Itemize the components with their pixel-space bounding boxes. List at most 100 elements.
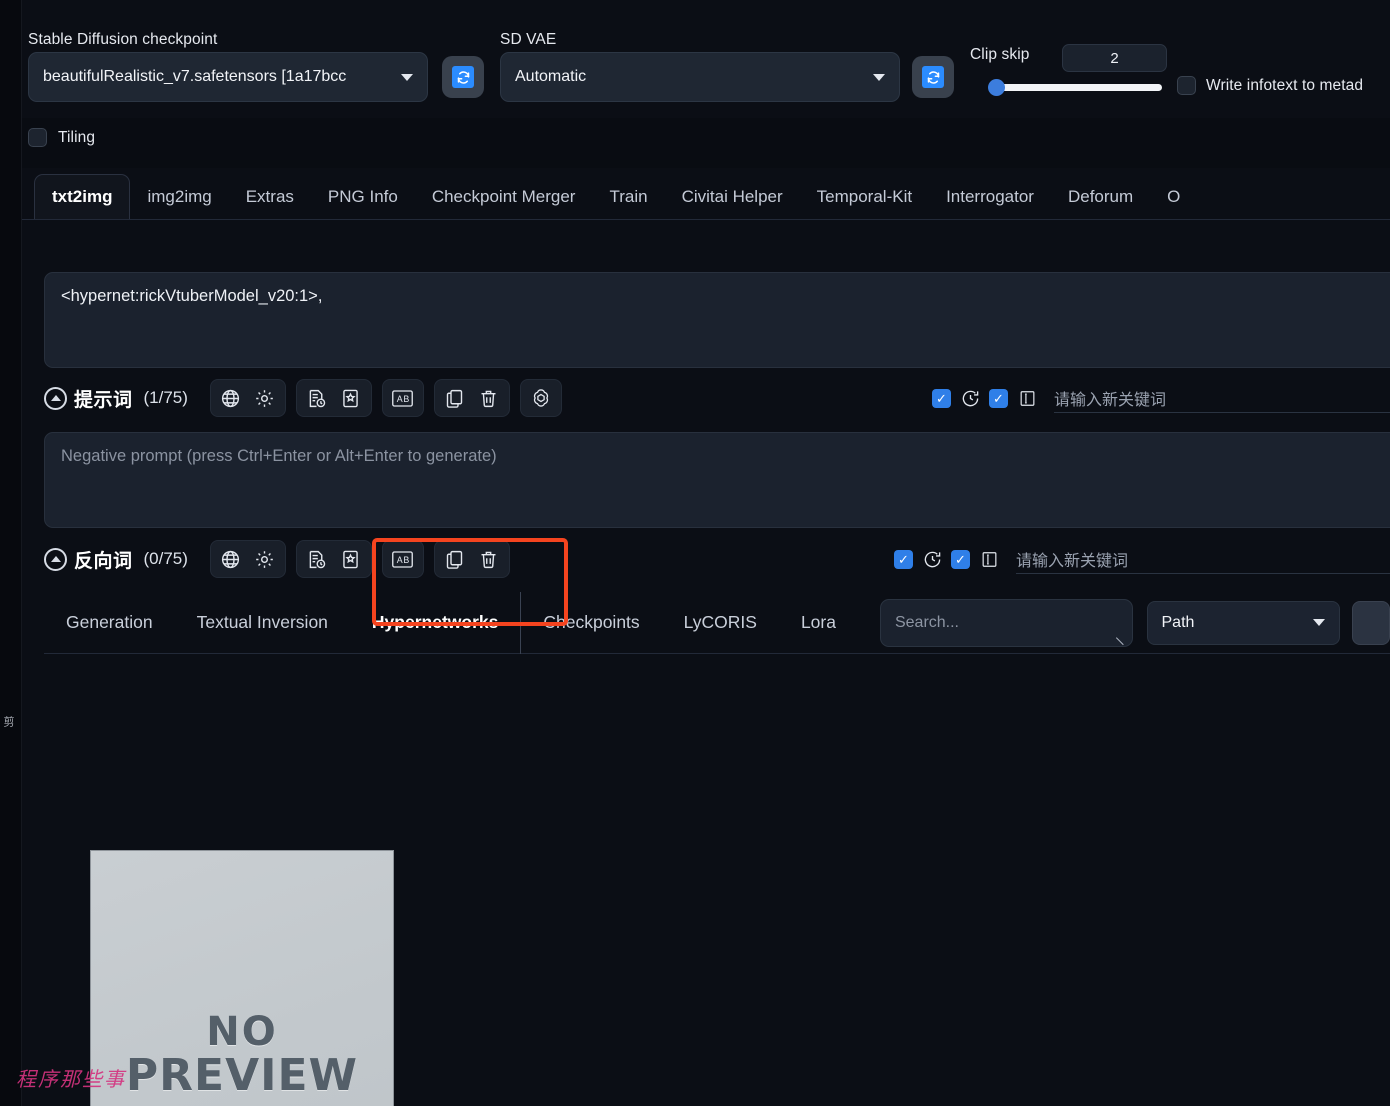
text-cursor-icon[interactable]	[1013, 384, 1041, 412]
chevron-down-icon	[1312, 619, 1325, 626]
extra-networks-tab-bar: Generation Textual Inversion Hypernetwor…	[44, 591, 1390, 654]
negative-keyword-checkbox-2[interactable]: ✓	[951, 549, 970, 569]
negative-prompt-textarea[interactable]: Negative prompt (press Ctrl+Enter or Alt…	[44, 432, 1390, 528]
prompt-keyword-input[interactable]: 请输入新关键词	[1054, 383, 1390, 413]
chevron-up-icon[interactable]	[44, 386, 67, 410]
clip-skip-label: Clip skip	[970, 46, 1030, 63]
tab-interrogator[interactable]: Interrogator	[929, 174, 1051, 219]
chevron-down-icon	[401, 73, 413, 81]
top-settings-bar: Stable Diffusion checkpoint beautifulRea…	[22, 0, 1390, 147]
checkpoint-dropdown[interactable]: beautifulRealistic_v7.safetensors [1a17b…	[28, 52, 428, 102]
en-tab-checkpoints[interactable]: Checkpoints	[521, 592, 661, 654]
ab-translate-icon[interactable]: A B	[389, 545, 417, 573]
globe-icon[interactable]	[217, 545, 245, 573]
prompt-toolbar: 提示词 (1/75) A B ✓ ✓ 请输入新关键词	[44, 375, 1390, 421]
no-preview-line-1: NO	[206, 1009, 278, 1056]
prompt-icon-group-3: A B	[381, 379, 424, 417]
history-clock-icon[interactable]	[956, 384, 984, 412]
main-tab-bar: txt2img img2img Extras PNG Info Checkpoi…	[22, 168, 1390, 220]
en-tab-lora[interactable]: Lora	[779, 592, 858, 654]
openai-spiral-icon[interactable]	[527, 384, 555, 412]
slider-handle[interactable]	[988, 79, 1005, 96]
vae-value: Automatic	[515, 68, 587, 85]
negative-keyword-input[interactable]: 请输入新关键词	[1016, 544, 1390, 574]
negative-icon-group-1	[209, 540, 286, 578]
text-cursor-icon[interactable]	[975, 545, 1003, 573]
checkpoint-value: beautifulRealistic_v7.safetensors [1a17b…	[43, 68, 347, 85]
clip-skip-number-input[interactable]: 2	[1062, 44, 1167, 72]
gear-icon[interactable]	[251, 545, 279, 573]
left-page-edge: 剪	[0, 0, 22, 1106]
en-tab-textual-inversion[interactable]: Textual Inversion	[175, 592, 350, 654]
chevron-up-icon[interactable]	[44, 547, 67, 571]
document-clock-icon[interactable]	[303, 384, 331, 412]
prompt-keyword-checkbox-2[interactable]: ✓	[989, 388, 1008, 408]
write-infotext-checkbox-row[interactable]: Write infotext to metad	[1177, 76, 1363, 95]
en-tab-generation[interactable]: Generation	[44, 592, 175, 654]
bookmark-star-icon[interactable]	[337, 384, 365, 412]
negative-token-count: (0/75)	[143, 549, 188, 568]
checkpoint-label: Stable Diffusion checkpoint	[28, 31, 218, 48]
tab-txt2img[interactable]: txt2img	[34, 174, 131, 219]
tab-temporal-kit[interactable]: Temporal-Kit	[800, 174, 929, 219]
prompt-toolbar-title: 提示词	[74, 389, 133, 411]
extra-networks-search-input[interactable]: Search...	[879, 598, 1133, 647]
sort-direction-button[interactable]	[1351, 600, 1390, 645]
prompt-textarea[interactable]: <hypernet:rickVtuberModel_v20:1>,	[44, 272, 1390, 368]
globe-icon[interactable]	[217, 384, 245, 412]
refresh-icon	[452, 66, 474, 88]
gear-icon[interactable]	[251, 384, 279, 412]
slider-track	[990, 84, 1162, 91]
tab-overflow[interactable]: O	[1150, 174, 1197, 219]
tab-img2img[interactable]: img2img	[130, 174, 228, 219]
negative-keyword-area: ✓ ✓ 请输入新关键词	[894, 536, 1390, 582]
negative-icon-group-3: A B	[381, 540, 424, 578]
trash-icon[interactable]	[475, 545, 503, 573]
tab-checkpoint-merger[interactable]: Checkpoint Merger	[415, 174, 593, 219]
write-infotext-checkbox[interactable]	[1177, 76, 1196, 95]
tab-deforum[interactable]: Deforum	[1051, 174, 1150, 219]
trash-icon[interactable]	[475, 384, 503, 412]
svg-text:B: B	[404, 394, 410, 404]
left-edge-text-fragment: 剪	[2, 716, 14, 727]
main-panel: txt2img img2img Extras PNG Info Checkpoi…	[22, 168, 1390, 1106]
vae-dropdown[interactable]: Automatic	[500, 52, 900, 102]
tab-train[interactable]: Train	[592, 174, 664, 219]
history-clock-icon[interactable]	[918, 545, 946, 573]
negative-toolbar-title: 反向词	[74, 550, 133, 572]
clip-skip-slider[interactable]	[970, 78, 1166, 98]
tiling-checkbox[interactable]	[28, 128, 47, 147]
tiling-checkbox-row[interactable]: Tiling	[28, 128, 95, 147]
resize-grip-icon[interactable]	[1115, 630, 1130, 645]
svg-text:A: A	[397, 394, 403, 404]
negative-prompt-placeholder: Negative prompt (press Ctrl+Enter or Alt…	[61, 447, 497, 465]
no-preview-line-2: PREVIEW	[125, 1050, 359, 1102]
prompt-icon-group-5	[519, 379, 562, 417]
prompt-keyword-checkbox-1[interactable]: ✓	[932, 388, 951, 408]
model-card-thumbnail: NO PREVIEW	[91, 851, 393, 1106]
txt2img-content: <hypernet:rickVtuberModel_v20:1>, 提示词 (1…	[22, 220, 1390, 1106]
watermark: 程序那些事	[16, 1067, 126, 1091]
vae-label: SD VAE	[500, 31, 557, 48]
copy-icon[interactable]	[441, 384, 469, 412]
document-clock-icon[interactable]	[303, 545, 331, 573]
bookmark-star-icon[interactable]	[337, 545, 365, 573]
svg-text:B: B	[404, 555, 410, 565]
search-placeholder: Search...	[894, 613, 959, 631]
checkpoint-refresh-button[interactable]	[442, 56, 484, 98]
ab-translate-icon[interactable]: A B	[389, 384, 417, 412]
sort-path-dropdown[interactable]: Path	[1146, 600, 1340, 645]
tab-png-info[interactable]: PNG Info	[311, 174, 415, 219]
tab-extras[interactable]: Extras	[229, 174, 311, 219]
svg-text:A: A	[397, 555, 403, 565]
en-tab-hypernetworks[interactable]: Hypernetworks	[350, 591, 522, 654]
chevron-down-icon	[873, 73, 885, 81]
tab-civitai-helper[interactable]: Civitai Helper	[665, 174, 800, 219]
prompt-icon-group-1	[209, 379, 286, 417]
vae-refresh-button[interactable]	[912, 56, 954, 98]
negative-keyword-checkbox-1[interactable]: ✓	[894, 549, 913, 569]
write-infotext-label: Write infotext to metad	[1206, 76, 1364, 94]
model-card[interactable]: NO PREVIEW rickVtuberModel_v20	[90, 850, 394, 1106]
copy-icon[interactable]	[441, 545, 469, 573]
en-tab-lycoris[interactable]: LyCORIS	[662, 592, 779, 654]
